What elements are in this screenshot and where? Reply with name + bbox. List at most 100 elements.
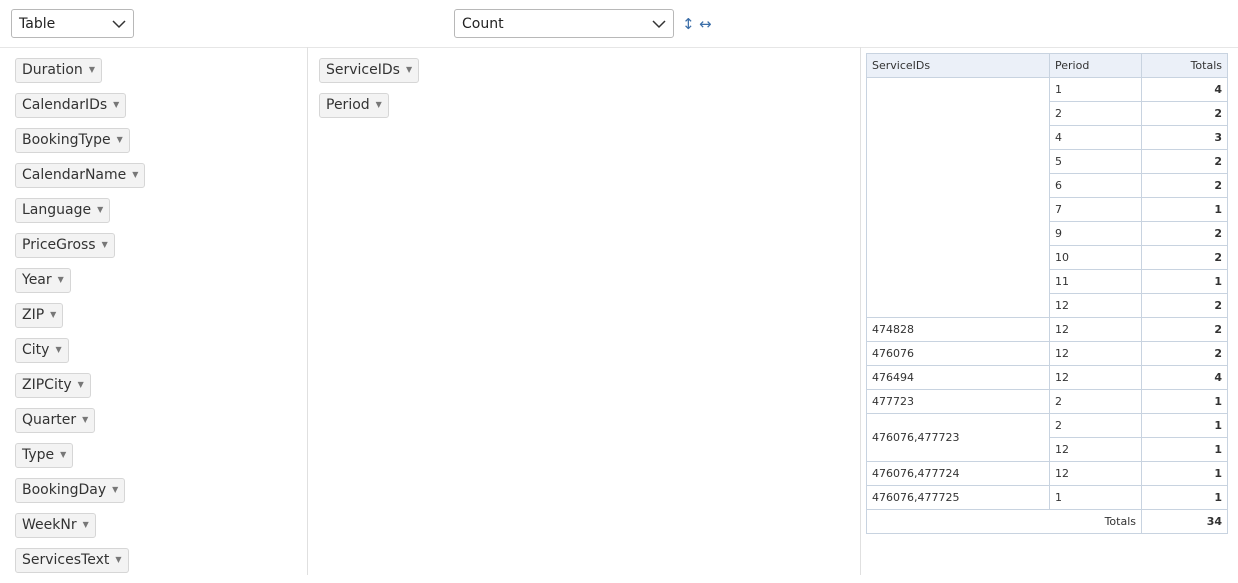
attribute-pill-quarter[interactable]: Quarter ▼ (15, 408, 96, 433)
dropdown-triangle-icon[interactable]: ▼ (83, 520, 89, 529)
attribute-pill-wrap: Period ▼ (319, 93, 419, 128)
dropdown-triangle-icon[interactable]: ▼ (55, 345, 61, 354)
row-label-period: 7 (1049, 197, 1142, 222)
row-total-value[interactable]: 2 (1141, 221, 1228, 246)
row-label-period: 2 (1049, 389, 1142, 414)
attribute-pill-calendarids[interactable]: CalendarIDs ▼ (15, 93, 127, 118)
attribute-pill-wrap: PriceGross ▼ (15, 233, 145, 268)
row-total-value[interactable]: 3 (1141, 125, 1228, 150)
row-total-value[interactable]: 2 (1141, 173, 1228, 198)
row-label-serviceids: 476076,477723 (866, 413, 1050, 462)
dropdown-triangle-icon[interactable]: ▼ (406, 65, 412, 74)
dropdown-triangle-icon[interactable]: ▼ (102, 240, 108, 249)
attribute-pill-label: Quarter (22, 412, 77, 428)
table-row: 476076 12 2 (866, 341, 1228, 366)
row-total-value[interactable]: 1 (1141, 485, 1228, 510)
toolbar: Table Count ↕ ↔ (0, 0, 1238, 48)
row-total-value[interactable]: 1 (1141, 437, 1228, 462)
attribute-pill-serviceids[interactable]: ServiceIDs ▼ (319, 58, 420, 83)
row-total-value[interactable]: 2 (1141, 341, 1228, 366)
dropdown-triangle-icon[interactable]: ▼ (78, 380, 84, 389)
attribute-pill-wrap: ZIPCity ▼ (15, 373, 145, 408)
dropdown-triangle-icon[interactable]: ▼ (112, 485, 118, 494)
attribute-pill-bookingday[interactable]: BookingDay ▼ (15, 478, 126, 503)
dropdown-triangle-icon[interactable]: ▼ (89, 65, 95, 74)
header-period[interactable]: Period (1049, 53, 1142, 78)
dropdown-triangle-icon[interactable]: ▼ (117, 135, 123, 144)
row-total-value[interactable]: 2 (1141, 317, 1228, 342)
dropdown-triangle-icon[interactable]: ▼ (376, 100, 382, 109)
row-label-serviceids: 474828 (866, 317, 1050, 342)
row-label-period: 12 (1049, 437, 1142, 462)
row-total-value[interactable]: 2 (1141, 293, 1228, 318)
renderer-select[interactable]: Table (11, 9, 134, 38)
attribute-pill-label: BookingDay (22, 482, 107, 498)
chevron-down-icon (112, 20, 126, 29)
dropdown-triangle-icon[interactable]: ▼ (132, 170, 138, 179)
panel-divider (307, 47, 308, 575)
dropdown-triangle-icon[interactable]: ▼ (50, 310, 56, 319)
row-label-period: 1 (1049, 77, 1142, 102)
row-total-value[interactable]: 2 (1141, 101, 1228, 126)
attribute-pill-pricegross[interactable]: PriceGross ▼ (15, 233, 115, 258)
row-label-period: 1 (1049, 485, 1142, 510)
attribute-pill-weeknr[interactable]: WeekNr ▼ (15, 513, 96, 538)
row-total-value[interactable]: 1 (1141, 413, 1228, 438)
dropdown-triangle-icon[interactable]: ▼ (58, 275, 64, 284)
aggregator-select[interactable]: Count (454, 9, 674, 38)
dropdown-triangle-icon[interactable]: ▼ (82, 415, 88, 424)
attribute-pill-wrap: CalendarName ▼ (15, 163, 146, 198)
dropdown-triangle-icon[interactable]: ▼ (97, 205, 103, 214)
attribute-pill-label: Period (326, 97, 370, 113)
table-row: 476076,477723 2 1 (866, 413, 1228, 462)
attribute-pill-wrap: ServiceIDs ▼ (319, 58, 420, 93)
grand-total-label: Totals (866, 509, 1142, 534)
attribute-pill-bookingtype[interactable]: BookingType ▼ (15, 128, 130, 153)
dropdown-triangle-icon[interactable]: ▼ (113, 100, 119, 109)
row-total-value[interactable]: 1 (1141, 269, 1228, 294)
attribute-pill-duration[interactable]: Duration ▼ (15, 58, 102, 83)
row-total-value[interactable]: 4 (1141, 77, 1228, 102)
dropdown-triangle-icon[interactable]: ▼ (115, 555, 121, 564)
pivot-header-row: ServiceIDs Period Totals (866, 53, 1228, 78)
row-label-period: 12 (1049, 341, 1142, 366)
attribute-pill-year[interactable]: Year ▼ (15, 268, 71, 293)
attribute-pill-label: City (22, 342, 50, 358)
attribute-pill-zip[interactable]: ZIP ▼ (15, 303, 64, 328)
attribute-pill-period[interactable]: Period ▼ (319, 93, 389, 118)
attribute-pill-language[interactable]: Language ▼ (15, 198, 111, 223)
row-label-period: 12 (1049, 461, 1142, 486)
attribute-pill-city[interactable]: City ▼ (15, 338, 69, 363)
attribute-pill-wrap: WeekNr ▼ (15, 513, 145, 548)
attribute-pill-zipcity[interactable]: ZIPCity ▼ (15, 373, 91, 398)
row-label-period: 12 (1049, 293, 1142, 318)
col-order-icon[interactable]: ↔ (699, 14, 712, 34)
dropdown-triangle-icon[interactable]: ▼ (60, 450, 66, 459)
attribute-pill-servicestext[interactable]: ServicesText ▼ (15, 548, 129, 573)
row-label-serviceids (866, 77, 1050, 318)
row-label-period: 11 (1049, 269, 1142, 294)
attribute-pill-label: BookingType (22, 132, 111, 148)
attribute-pill-label: Duration (22, 62, 83, 78)
row-label-serviceids: 477723 (866, 389, 1050, 414)
table-row: 476076,477725 1 1 (866, 485, 1228, 510)
attribute-pill-type[interactable]: Type ▼ (15, 443, 74, 468)
row-label-period: 2 (1049, 101, 1142, 126)
attribute-pill-wrap: Type ▼ (15, 443, 145, 478)
row-total-value[interactable]: 2 (1141, 149, 1228, 174)
row-label-period: 6 (1049, 173, 1142, 198)
table-row: 476494 12 4 (866, 365, 1228, 390)
grand-total-row: Totals 34 (866, 509, 1228, 534)
attribute-pill-calendarname[interactable]: CalendarName ▼ (15, 163, 146, 188)
row-total-value[interactable]: 2 (1141, 245, 1228, 270)
row-order-icon[interactable]: ↕ (682, 14, 695, 34)
attribute-pill-wrap: Duration ▼ (15, 58, 145, 93)
attribute-pill-wrap: ZIP ▼ (15, 303, 145, 338)
row-total-value[interactable]: 1 (1141, 461, 1228, 486)
row-total-value[interactable]: 1 (1141, 389, 1228, 414)
header-serviceids[interactable]: ServiceIDs (866, 53, 1050, 78)
attribute-pill-label: Year (22, 272, 52, 288)
row-total-value[interactable]: 4 (1141, 365, 1228, 390)
row-label-serviceids: 476494 (866, 365, 1050, 390)
row-total-value[interactable]: 1 (1141, 197, 1228, 222)
